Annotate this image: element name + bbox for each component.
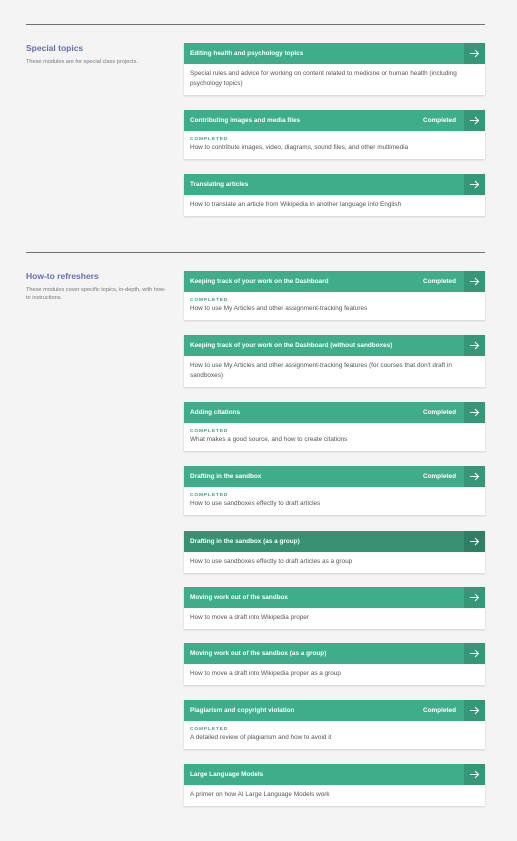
module-card: Drafting in the sandbox Completed COMPLE…	[184, 466, 485, 515]
completed-label: COMPLETED	[190, 137, 229, 142]
module-card: Large Language Models A primer on how AI…	[184, 764, 485, 806]
module-card: Editing health and psychology topics Spe…	[184, 43, 485, 95]
module-card: Contributing images and media files Comp…	[184, 110, 485, 159]
module-description: What makes a good source, and how to cre…	[190, 436, 348, 443]
module-description: How to use My Articles and other assignm…	[190, 305, 368, 312]
arrow-right-icon[interactable]	[464, 110, 485, 131]
module-status: Completed	[422, 409, 456, 416]
section-description-special-topics: These modules are for special class proj…	[26, 59, 138, 65]
module-header[interactable]: Contributing images and media files Comp…	[184, 110, 485, 131]
completed-label: COMPLETED	[190, 493, 229, 498]
module-header[interactable]: Drafting in the sandbox Completed	[184, 466, 485, 487]
module-card: Adding citations Completed COMPLETED Wha…	[184, 402, 485, 451]
module-header[interactable]: Drafting in the sandbox (as a group)	[184, 531, 485, 552]
module-description: How to move a draft into Wikipedia prope…	[190, 670, 341, 677]
arrow-right-icon[interactable]	[464, 531, 485, 552]
module-title: Plagiarism and copyright violation	[190, 707, 295, 714]
module-description: Special rules and advice for working on …	[190, 70, 457, 87]
module-body: How to use My Articles and other assignm…	[184, 356, 485, 387]
module-card: Plagiarism and copyright violation Compl…	[184, 700, 485, 749]
module-status: Completed	[422, 473, 456, 480]
module-title: Moving work out of the sandbox	[190, 594, 288, 601]
module-body: COMPLETED A detailed review of plagiaris…	[184, 721, 485, 749]
completed-label: COMPLETED	[190, 429, 229, 434]
module-body: How to move a draft into Wikipedia prope…	[184, 608, 485, 629]
arrow-right-icon[interactable]	[464, 335, 485, 356]
module-description: How to use My Articles and other assignm…	[190, 362, 452, 379]
module-header[interactable]: Adding citations Completed	[184, 402, 485, 423]
module-title: Moving work out of the sandbox (as a gro…	[190, 650, 327, 657]
module-title: Contributing images and media files	[190, 117, 301, 124]
module-header[interactable]: Keeping track of your work on the Dashbo…	[184, 335, 485, 356]
module-body: A primer on how AI Large Language Models…	[184, 785, 485, 806]
module-title: Large Language Models	[190, 771, 264, 778]
module-body: How to use sandboxes effectly to draft a…	[184, 552, 485, 573]
module-title: Drafting in the sandbox (as a group)	[190, 538, 300, 545]
module-card: Moving work out of the sandbox How to mo…	[184, 587, 485, 629]
arrow-right-icon[interactable]	[464, 43, 485, 64]
module-description: A primer on how AI Large Language Models…	[190, 791, 330, 798]
arrow-right-icon[interactable]	[464, 466, 485, 487]
module-card: Translating articles How to translate an…	[184, 174, 485, 216]
module-description: How to translate an article from Wikiped…	[190, 201, 402, 208]
module-title: Adding citations	[190, 409, 241, 416]
module-status: Completed	[422, 707, 456, 714]
module-title: Keeping track of your work on the Dashbo…	[190, 278, 329, 285]
module-description: How to move a draft into Wikipedia prope…	[190, 614, 309, 621]
completed-label: COMPLETED	[190, 298, 229, 303]
section-divider	[26, 252, 485, 253]
arrow-right-icon[interactable]	[464, 643, 485, 664]
module-header[interactable]: Keeping track of your work on the Dashbo…	[184, 271, 485, 292]
arrow-right-icon[interactable]	[464, 700, 485, 721]
module-title: Keeping track of your work on the Dashbo…	[190, 342, 393, 349]
section-description-how-to-refreshers: These modules cover specific topics, in-…	[26, 287, 166, 301]
module-header[interactable]: Editing health and psychology topics	[184, 43, 485, 64]
module-body: COMPLETED What makes a good source, and …	[184, 423, 485, 451]
module-header[interactable]: Plagiarism and copyright violation Compl…	[184, 700, 485, 721]
module-description: How to use sandboxes effectly to draft a…	[190, 500, 321, 507]
module-status: Completed	[422, 278, 456, 285]
module-card: Keeping track of your work on the Dashbo…	[184, 335, 485, 387]
module-body: COMPLETED How to use sandboxes effectly …	[184, 487, 485, 515]
module-status: Completed	[422, 117, 456, 124]
module-description: A detailed review of plagiarism and how …	[190, 734, 332, 741]
module-title: Editing health and psychology topics	[190, 50, 304, 57]
module-body: Special rules and advice for working on …	[184, 64, 485, 95]
module-card: Moving work out of the sandbox (as a gro…	[184, 643, 485, 685]
module-body: How to move a draft into Wikipedia prope…	[184, 664, 485, 685]
module-description: How to use sandboxes effectly to draft a…	[190, 558, 353, 565]
module-header[interactable]: Translating articles	[184, 174, 485, 195]
section-title-special-topics: Special topics	[26, 43, 84, 53]
module-card: Drafting in the sandbox (as a group) How…	[184, 531, 485, 573]
module-body: How to translate an article from Wikiped…	[184, 195, 485, 216]
arrow-right-icon[interactable]	[464, 587, 485, 608]
module-title: Drafting in the sandbox	[190, 473, 262, 480]
arrow-right-icon[interactable]	[464, 271, 485, 292]
module-title: Translating articles	[190, 181, 249, 188]
module-header[interactable]: Moving work out of the sandbox	[184, 587, 485, 608]
completed-label: COMPLETED	[190, 727, 229, 732]
module-description: How to contribute images, video, diagram…	[190, 144, 409, 151]
module-card: Keeping track of your work on the Dashbo…	[184, 271, 485, 320]
arrow-right-icon[interactable]	[464, 174, 485, 195]
section-title-how-to-refreshers: How-to refreshers	[26, 271, 99, 281]
module-header[interactable]: Large Language Models	[184, 764, 485, 785]
arrow-right-icon[interactable]	[464, 764, 485, 785]
module-body: COMPLETED How to contribute images, vide…	[184, 131, 485, 159]
section-divider	[26, 24, 485, 25]
module-body: COMPLETED How to use My Articles and oth…	[184, 292, 485, 320]
arrow-right-icon[interactable]	[464, 402, 485, 423]
module-header[interactable]: Moving work out of the sandbox (as a gro…	[184, 643, 485, 664]
